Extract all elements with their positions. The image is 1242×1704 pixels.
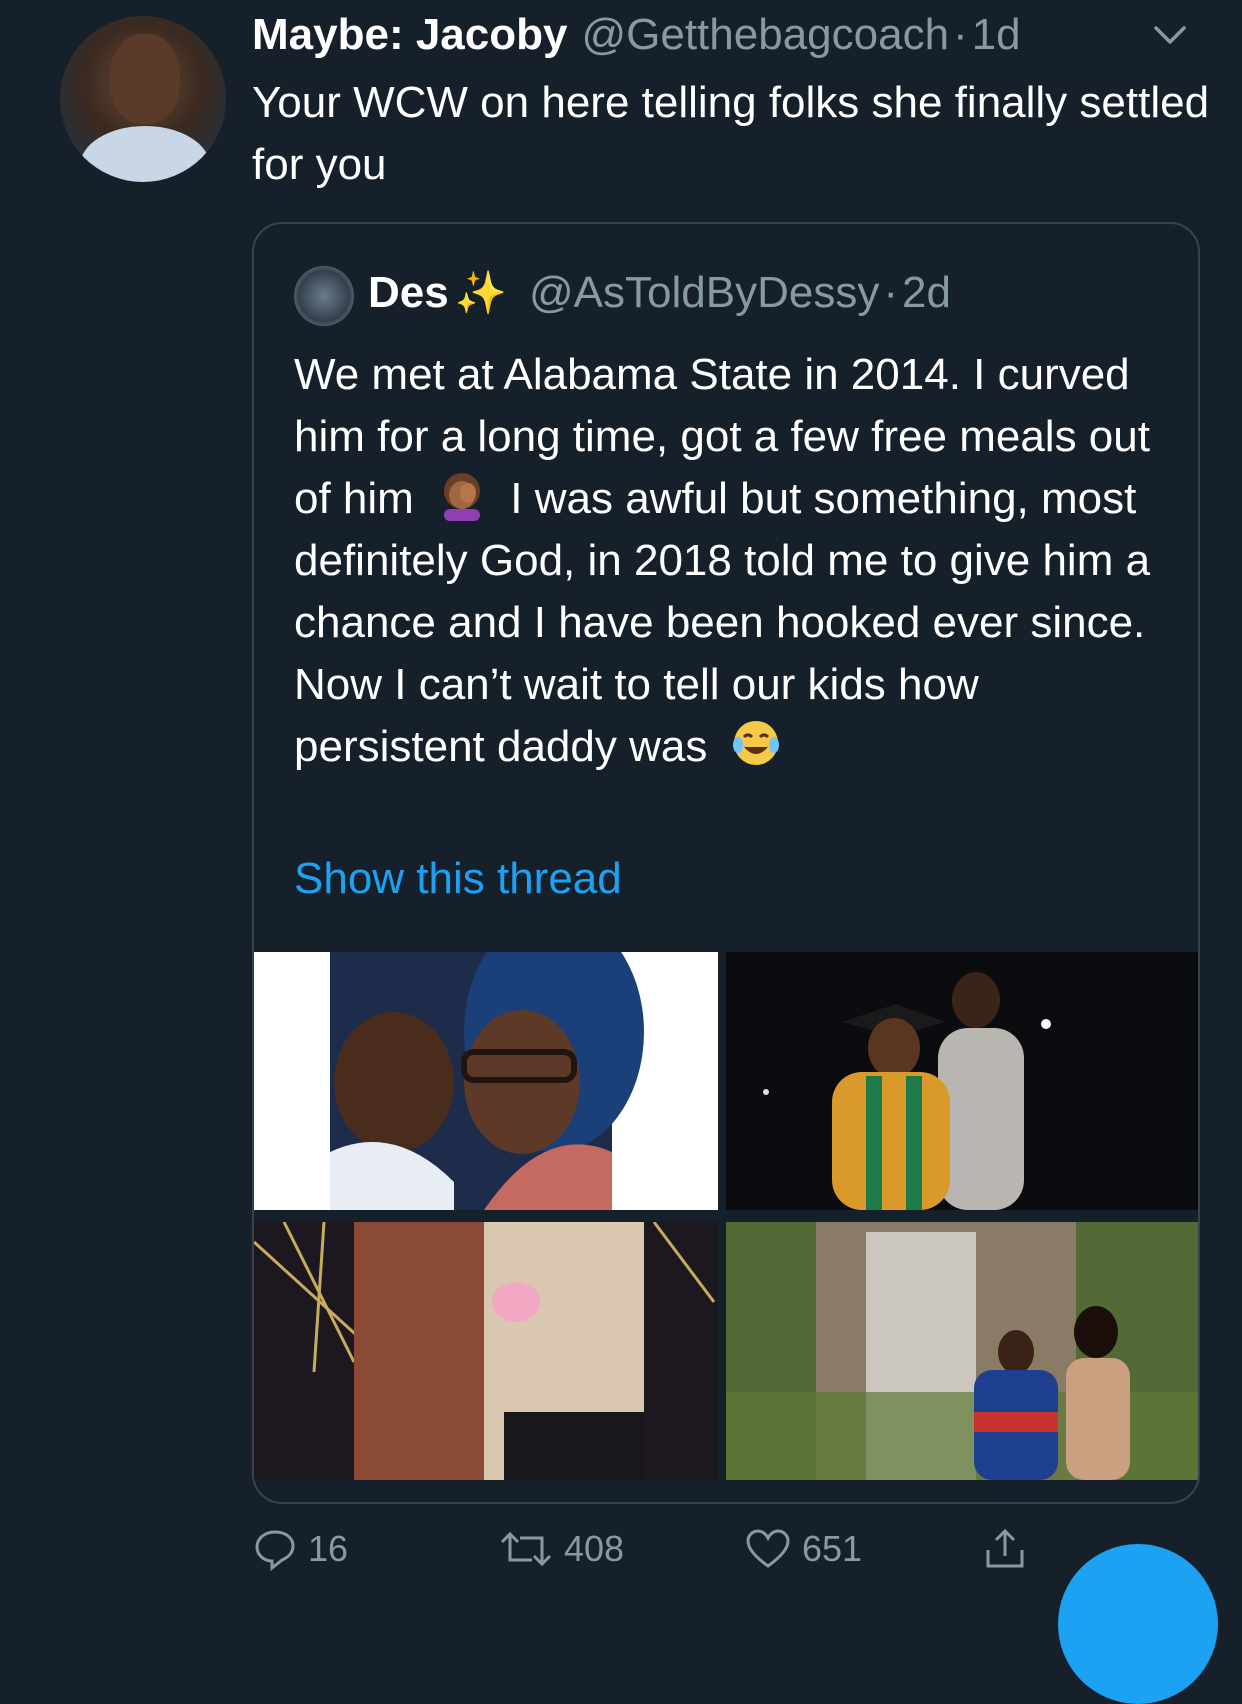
- author-avatar[interactable]: [60, 16, 226, 182]
- retweet-icon: [500, 1531, 552, 1567]
- chevron-down-icon[interactable]: [1150, 20, 1190, 50]
- quoted-tweet[interactable]: Des ✨ @AsToldByDessy · 2d We met at Alab…: [252, 222, 1200, 1504]
- tweet-actions: 16 408 651: [252, 1526, 1192, 1586]
- quoted-author-handle[interactable]: @AsToldByDessy: [529, 268, 879, 318]
- retweet-count: 408: [564, 1528, 625, 1569]
- graduation-image: [726, 952, 1198, 1210]
- share-button[interactable]: [982, 1526, 1038, 1572]
- author-display-name[interactable]: Maybe: Jacoby: [252, 10, 567, 60]
- fair-hug-image: [254, 1222, 718, 1480]
- quoted-tweet-timestamp[interactable]: 2d: [902, 268, 951, 318]
- tears-of-joy-emoji-icon: [732, 721, 779, 765]
- graduation-photo[interactable]: [726, 952, 1198, 1210]
- media-grid: [254, 952, 1198, 1480]
- header-separator: ·: [953, 10, 968, 59]
- reply-button[interactable]: 16: [252, 1526, 348, 1572]
- tweet-text: Your WCW on here telling folks she final…: [252, 78, 1210, 189]
- quoted-tweet-header: Des ✨ @AsToldByDessy · 2d: [368, 268, 951, 318]
- fair-hug-photo[interactable]: [254, 1222, 718, 1480]
- avatar-face-shape: [110, 34, 180, 124]
- quoted-author-avatar[interactable]: [294, 266, 354, 326]
- waterfall-image: [726, 1222, 1198, 1480]
- quoted-author-display-name[interactable]: Des: [368, 268, 449, 318]
- couple-selfie-image: [330, 952, 644, 1210]
- heart-icon: [746, 1529, 790, 1568]
- facepalm-emoji-icon: [444, 473, 481, 521]
- compose-tweet-button[interactable]: [1058, 1544, 1218, 1704]
- author-handle[interactable]: @Getthebagcoach: [581, 10, 949, 60]
- avatar-hood-shape: [80, 126, 210, 182]
- tweet[interactable]: Maybe: Jacoby @Getthebagcoach · 1d Your …: [0, 0, 1242, 1704]
- tweet-header: Maybe: Jacoby @Getthebagcoach · 1d: [252, 10, 1021, 66]
- like-button[interactable]: 651: [744, 1526, 862, 1572]
- reply-icon: [255, 1530, 295, 1572]
- quoted-header-separator: ·: [883, 268, 898, 317]
- sparkles-icon: ✨: [454, 269, 508, 316]
- share-icon: [986, 1528, 1024, 1568]
- quoted-tweet-text: We met at Alabama State in 2014. I curve…: [294, 344, 1174, 778]
- reply-count: 16: [308, 1528, 349, 1569]
- like-count: 651: [802, 1528, 863, 1569]
- couple-selfie-photo[interactable]: [254, 952, 718, 1210]
- tweet-timestamp[interactable]: 1d: [972, 10, 1021, 60]
- retweet-button[interactable]: 408: [498, 1526, 624, 1572]
- quoted-text-part2: I was awful but something, most definite…: [294, 474, 1151, 771]
- show-thread-link[interactable]: Show this thread: [294, 854, 622, 904]
- waterfall-photo[interactable]: [726, 1222, 1198, 1480]
